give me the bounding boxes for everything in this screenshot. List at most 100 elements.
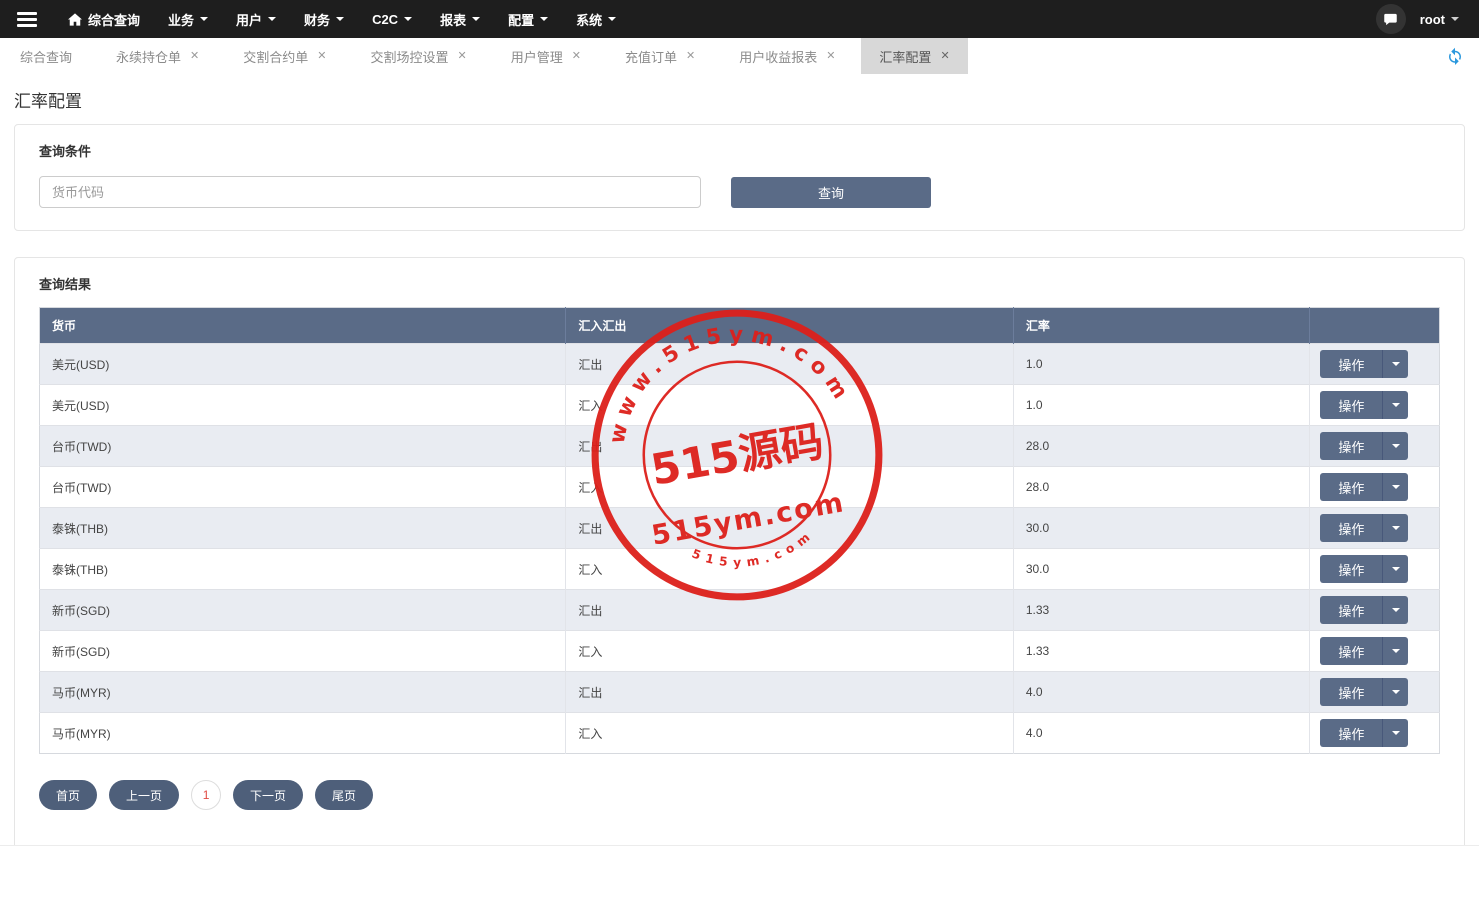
action-dropdown-toggle[interactable] [1382, 391, 1409, 419]
currency-cell: 新币(SGD) [39, 630, 567, 672]
chevron-down-icon [200, 17, 209, 21]
action-button[interactable]: 操作 [1320, 678, 1383, 706]
results-panel-title: 查询结果 [39, 277, 92, 292]
close-icon[interactable]: ✕ [572, 50, 581, 62]
action-dropdown-toggle[interactable] [1382, 473, 1409, 501]
close-icon[interactable]: ✕ [826, 50, 835, 62]
tab-label: 汇率配置 [879, 49, 932, 65]
currency-cell: 马币(MYR) [39, 671, 567, 713]
page-button[interactable]: 上一页 [109, 780, 180, 810]
page-button[interactable]: 首页 [39, 780, 98, 810]
exchange-rate-table: 货币 汇入汇出 汇率 美元(USD) 汇出 1.0 操作 美元(USD) 汇入 1.… [39, 307, 1440, 754]
tab-item-5[interactable]: 充值订单 ✕ [607, 38, 713, 74]
action-dropdown-toggle[interactable] [1382, 596, 1409, 624]
actions-cell: 操作 [1309, 548, 1440, 590]
tab-bar-tabs: 综合查询 永续持仓单 ✕ 交割合约单 ✕ 交割场控设置 ✕ 用户管理 ✕ 充值订… [0, 38, 976, 74]
column-header [1309, 307, 1440, 344]
nav-item-0[interactable]: 综合查询 [54, 0, 154, 38]
chat-icon[interactable] [1375, 4, 1406, 34]
action-button[interactable]: 操作 [1320, 637, 1383, 665]
actions-cell: 操作 [1309, 384, 1440, 426]
close-icon[interactable]: ✕ [940, 50, 949, 62]
action-button[interactable]: 操作 [1320, 555, 1383, 583]
direction-cell: 汇出 [565, 671, 1014, 713]
current-page-button[interactable]: 1 [191, 780, 222, 810]
user-menu[interactable]: root [1420, 12, 1459, 27]
rate-cell: 1.0 [1013, 384, 1311, 426]
top-navbar: 综合查询 业务 用户 财务 C2C 报表 配置 系统 root [0, 0, 1479, 38]
table-row: 台币(TWD) 汇入 28.0 操作 [39, 466, 1440, 508]
action-button[interactable]: 操作 [1320, 432, 1383, 460]
tab-label: 充值订单 [624, 49, 677, 65]
actions-cell: 操作 [1309, 630, 1440, 672]
table-row: 新币(SGD) 汇出 1.33 操作 [39, 589, 1440, 631]
currency-cell: 台币(TWD) [39, 425, 567, 467]
hamburger-menu-button[interactable] [0, 0, 54, 38]
close-icon[interactable]: ✕ [686, 50, 695, 62]
tab-item-6[interactable]: 用户收益报表 ✕ [721, 38, 853, 74]
action-dropdown-toggle[interactable] [1382, 432, 1409, 460]
action-dropdown-toggle[interactable] [1382, 350, 1409, 378]
nav-menu: 综合查询 业务 用户 财务 C2C 报表 配置 系统 [54, 0, 630, 38]
column-header: 汇入汇出 [565, 307, 1014, 344]
nav-item-2[interactable]: 用户 [222, 0, 290, 38]
tab-item-2[interactable]: 交割合约单 ✕ [225, 38, 344, 74]
nav-item-label: 综合查询 [88, 12, 141, 28]
currency-cell: 新币(SGD) [39, 589, 567, 631]
nav-item-7[interactable]: 系统 [562, 0, 630, 38]
nav-item-label: 用户 [236, 12, 263, 28]
currency-cell: 美元(USD) [39, 384, 567, 426]
tab-label: 综合查询 [20, 49, 73, 65]
tab-item-3[interactable]: 交割场控设置 ✕ [352, 38, 484, 74]
actions-cell: 操作 [1309, 425, 1440, 467]
direction-cell: 汇入 [565, 630, 1014, 672]
action-button[interactable]: 操作 [1320, 473, 1383, 501]
action-dropdown-toggle[interactable] [1382, 637, 1409, 665]
currency-cell: 泰铢(THB) [39, 507, 567, 549]
action-dropdown-toggle[interactable] [1382, 719, 1409, 747]
action-dropdown-toggle[interactable] [1382, 514, 1409, 542]
rate-cell: 28.0 [1013, 466, 1311, 508]
tab-label: 交割场控设置 [370, 49, 449, 65]
action-dropdown-toggle[interactable] [1382, 678, 1409, 706]
chevron-down-icon [1391, 608, 1400, 612]
page-button[interactable]: 尾页 [315, 780, 374, 810]
chevron-down-icon [268, 17, 277, 21]
action-button[interactable]: 操作 [1320, 350, 1383, 378]
page-button[interactable]: 下一页 [233, 780, 304, 810]
table-row: 泰铢(THB) 汇入 30.0 操作 [39, 548, 1440, 590]
currency-cell: 泰铢(THB) [39, 548, 567, 590]
action-button[interactable]: 操作 [1320, 514, 1383, 542]
nav-item-1[interactable]: 业务 [154, 0, 222, 38]
query-results-panel: 查询结果 货币 汇入汇出 汇率 美元(USD) 汇出 1.0 操作 美元(USD) … [14, 257, 1465, 851]
close-icon[interactable]: ✕ [458, 50, 467, 62]
refresh-button[interactable] [1431, 38, 1479, 74]
currency-code-input[interactable] [39, 176, 701, 208]
currency-cell: 马币(MYR) [39, 712, 567, 754]
pagination: 首页 上一页 1 下一页 尾页 [39, 780, 1440, 810]
navbar-right: root [1375, 0, 1479, 38]
close-icon[interactable]: ✕ [190, 50, 199, 62]
tab-item-7[interactable]: 汇率配置 ✕ [861, 38, 968, 74]
nav-item-5[interactable]: 报表 [426, 0, 494, 38]
close-icon[interactable]: ✕ [317, 50, 326, 62]
actions-cell: 操作 [1309, 671, 1440, 713]
nav-item-6[interactable]: 配置 [494, 0, 562, 38]
table-row: 美元(USD) 汇出 1.0 操作 [39, 343, 1440, 385]
chevron-down-icon [1391, 403, 1400, 407]
footer-divider [0, 845, 1479, 909]
direction-cell: 汇出 [565, 343, 1014, 385]
tab-item-1[interactable]: 永续持仓单 ✕ [98, 38, 217, 74]
chevron-down-icon [1391, 485, 1400, 489]
action-button[interactable]: 操作 [1320, 719, 1383, 747]
nav-item-4[interactable]: C2C [358, 0, 426, 38]
chevron-down-icon [336, 17, 345, 21]
nav-item-3[interactable]: 财务 [290, 0, 358, 38]
action-dropdown-toggle[interactable] [1382, 555, 1409, 583]
action-button[interactable]: 操作 [1320, 596, 1383, 624]
tab-item-0[interactable]: 综合查询 [2, 38, 90, 74]
search-button[interactable]: 查询 [731, 176, 931, 208]
rate-cell: 4.0 [1013, 712, 1311, 754]
action-button[interactable]: 操作 [1320, 391, 1383, 419]
tab-item-4[interactable]: 用户管理 ✕ [493, 38, 599, 74]
